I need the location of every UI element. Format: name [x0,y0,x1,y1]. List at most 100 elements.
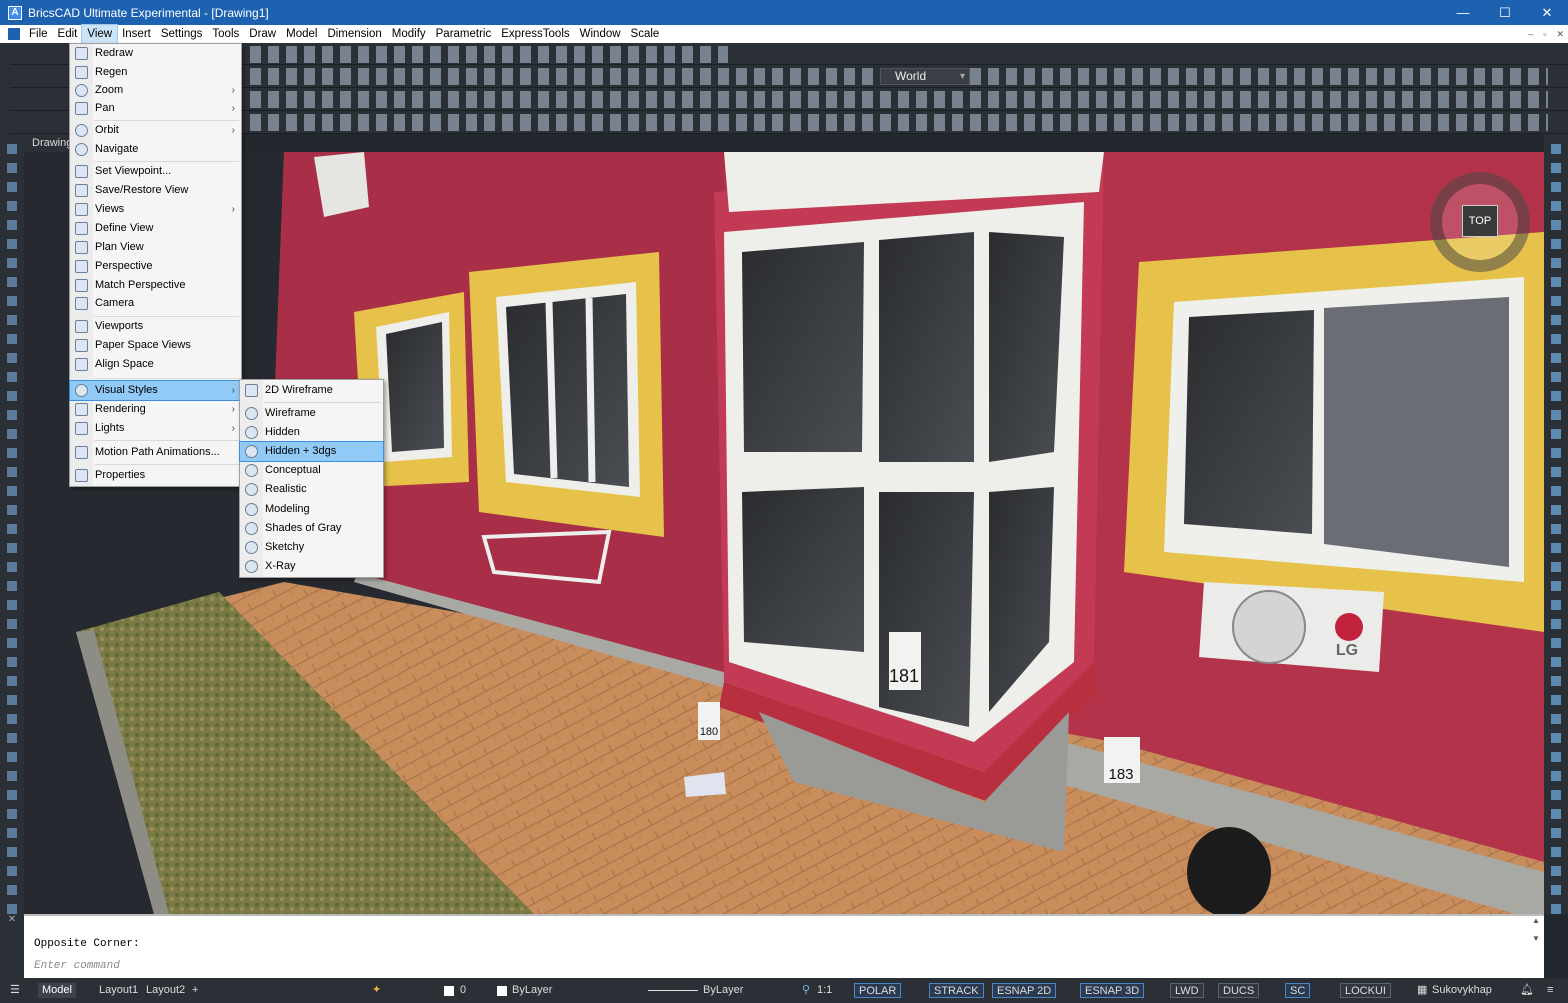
menu-dimension[interactable]: Dimension [322,25,386,43]
tab-layout1[interactable]: Layout1 [95,983,142,998]
menu-window[interactable]: Window [575,25,626,43]
x-ray-icon [245,560,258,573]
nav-cube-top[interactable]: TOP [1462,205,1498,237]
toggle-ducs[interactable]: DUCS [1218,983,1260,998]
save-view-icon [75,184,88,197]
menu-draw[interactable]: Draw [244,25,281,43]
menu-item-viewports[interactable]: Viewports [70,317,241,336]
rendering-icon [75,403,88,416]
current-layer[interactable]: 0 [460,983,466,998]
current-color[interactable]: ByLayer [512,983,552,998]
menu-file[interactable]: File [24,25,53,43]
menu-item-plan-view[interactable]: Plan View [70,238,241,257]
toggle-lwd[interactable]: LWD [1170,983,1204,998]
add-layout-button[interactable]: + [192,983,198,998]
workspace-icon: ▦ [1417,984,1428,996]
close-icon[interactable]: ✕ [8,914,16,925]
menu-item-paper-space-views[interactable]: Paper Space Views [70,336,241,355]
menu-item-views[interactable]: Views › [70,200,241,219]
visual-style-hidden[interactable]: Hidden [240,423,383,442]
menu-tools[interactable]: Tools [207,25,244,43]
chevron-right-icon: › [231,85,235,96]
toggle-strack[interactable]: STRACK [929,983,984,998]
visual-style-x-ray[interactable]: X-Ray [240,557,383,576]
toolbar-icons[interactable] [250,46,728,63]
toggle-esnap-3d[interactable]: ESNAP 3D [1080,983,1145,998]
close-button[interactable]: ✕ [1526,0,1568,25]
menu-scale[interactable]: Scale [626,25,665,43]
visual-style-shades-of-gray[interactable]: Shades of Gray [240,519,383,538]
workspace-name[interactable]: Sukovykhap [1432,983,1492,998]
zoom-icon [75,84,88,97]
menu-view[interactable]: View [81,24,119,44]
minimize-button[interactable]: — [1442,0,1484,25]
menu-separator [94,378,239,379]
toggle-polar[interactable]: POLAR [854,983,902,998]
menu-parametric[interactable]: Parametric [431,25,497,43]
toolbar-icons[interactable] [250,91,1548,108]
tab-model[interactable]: Model [38,983,76,998]
chevron-right-icon: › [231,423,235,434]
toolbar-icons[interactable] [250,114,1548,131]
toggle-esnap-2d[interactable]: ESNAP 2D [992,983,1057,998]
visual-style-realistic[interactable]: Realistic [240,480,383,499]
visual-style-conceptual[interactable]: Conceptual [240,461,383,480]
doc-minimize-icon[interactable]: – [1528,25,1533,43]
visual-styles-submenu: 2D Wireframe Wireframe Hidden Hidden + 3… [239,379,384,578]
menu-item-set-viewpoint[interactable]: Set Viewpoint... [70,162,241,181]
menu-item-define-view[interactable]: Define View [70,219,241,238]
lights-icon [75,422,88,435]
menu-item-regen[interactable]: Regen [70,63,241,82]
hamburger-icon[interactable]: ☰ [10,983,20,998]
menu-item-save-restore-view[interactable]: Save/Restore View [70,181,241,200]
menu-modify[interactable]: Modify [387,25,431,43]
menu-edit[interactable]: Edit [53,25,83,43]
visual-style-2d-wireframe[interactable]: 2D Wireframe [240,381,383,400]
current-linetype[interactable]: ByLayer [703,983,743,998]
toggle-sc[interactable]: SC [1285,983,1311,998]
modeling-icon [245,503,258,516]
view-menu: Redraw Regen Zoom › Pan › Orbit › Navigate … [69,43,242,487]
doc-close-icon[interactable]: ✕ [1556,25,1564,43]
tab-layout2[interactable]: Layout2 [142,983,189,998]
menu-item-zoom[interactable]: Zoom › [70,81,241,100]
menu-item-align-space[interactable]: Align Space [70,355,241,374]
menu-item-lights[interactable]: Lights › [70,419,241,438]
menu-item-match-perspective[interactable]: Match Perspective [70,276,241,295]
left-tool-palette[interactable] [0,134,24,914]
right-tool-palette[interactable] [1544,134,1568,914]
menu-item-camera[interactable]: Camera [70,294,241,313]
menu-expresstools[interactable]: ExpressTools [496,25,574,43]
menu-item-navigate[interactable]: Navigate [70,140,241,159]
command-input[interactable]: Enter command [34,960,120,972]
visual-style-hidden-3dgs[interactable]: Hidden + 3dgs [239,441,384,462]
menu-item-orbit[interactable]: Orbit › [70,121,241,140]
menu-item-redraw[interactable]: Redraw [70,44,241,63]
doc-restore-icon[interactable]: ▫ [1543,25,1546,43]
visual-style-modeling[interactable]: Modeling [240,500,383,519]
visual-style-wireframe[interactable]: Wireframe [240,404,383,423]
status-menu-icon[interactable]: ≡ [1547,983,1553,998]
menu-item-motion-path-animations[interactable]: Motion Path Animations... [70,443,241,462]
toggle-lockui[interactable]: LOCKUI [1340,983,1391,998]
paper-space-icon [75,339,88,352]
menu-insert[interactable]: Insert [117,25,156,43]
menu-item-pan[interactable]: Pan › [70,99,241,118]
menu-item-rendering[interactable]: Rendering › [70,400,241,419]
menu-item-perspective[interactable]: Perspective [70,257,241,276]
ucs-dropdown[interactable]: World [880,68,970,85]
annotation-scale[interactable]: 1:1 [817,983,832,998]
menu-item-visual-styles[interactable]: Visual Styles › [69,380,242,401]
command-scrollbar[interactable]: ▲ ▼ [1530,916,1542,978]
menu-item-properties[interactable]: Properties [70,466,241,485]
notification-bell-icon[interactable]: 🔔︎ [1520,983,1534,998]
menu-model[interactable]: Model [281,25,322,43]
menu-settings[interactable]: Settings [156,25,208,43]
sketchy-icon [245,541,258,554]
document-tab[interactable]: Drawing1 [24,134,78,152]
app-menu-icon[interactable] [8,28,20,40]
maximize-button[interactable]: ☐ [1484,0,1526,25]
command-line-handle[interactable]: ✕ [0,914,24,978]
visual-style-sketchy[interactable]: Sketchy [240,538,383,557]
layer-bulb-icon[interactable]: ✦ [372,983,381,998]
